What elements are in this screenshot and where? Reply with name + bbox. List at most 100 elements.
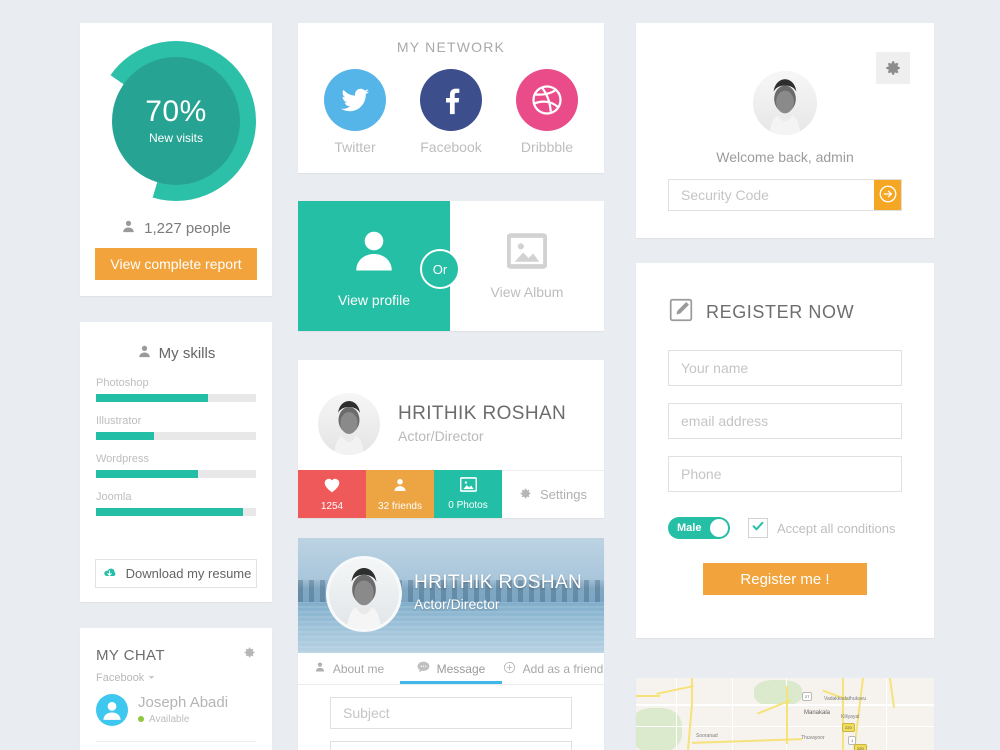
login-submit-button[interactable] [874,180,901,210]
network-label: Facebook [420,139,482,155]
user-icon [314,661,326,676]
tab-label: Message [436,661,486,676]
dribbble-icon [516,69,578,131]
stat-value: 0 Photos [448,500,488,511]
skill-fill [96,508,244,516]
user-icon [121,219,136,238]
user-icon [392,477,408,498]
map-place-label: Vadakkadathukavu [824,696,867,702]
network-item-facebook[interactable]: Facebook [420,69,482,155]
network-item-twitter[interactable]: Twitter [324,69,386,155]
toggle-knob [710,519,728,537]
network-title: MY NETWORK [396,39,506,55]
arrow-right-circle-icon [878,184,898,207]
avatar [753,71,817,135]
profile-album-split-card: View profile Or View Album [298,201,604,331]
map-canvas[interactable]: 27 220 1 220 Vadakkadathukavu Manakala K… [636,678,934,750]
network-label: Dribbble [520,139,574,155]
cover-role: Actor/Director [414,596,500,612]
chat-title: MY CHAT [96,646,165,664]
chevron-down-icon [148,672,155,684]
name-field[interactable] [668,350,902,386]
accept-conditions-row: Accept all conditions [748,518,896,538]
map-highway [656,685,694,696]
skill-track [96,394,256,402]
map-highway [636,695,660,698]
stat-value: 32 friends [378,500,422,512]
welcome-text: Welcome back, admin [716,149,854,165]
stat-friends[interactable]: 32 friends [366,470,434,518]
view-album-button[interactable]: View Album [450,201,604,331]
register-submit-button[interactable]: Register me ! [703,563,867,595]
register-card: REGISTER NOW Male Accept all conditions [636,263,934,638]
skill-track [96,508,256,516]
message-form [298,685,604,750]
gender-toggle-label: Male [677,522,702,534]
plus-circle-icon [503,661,516,677]
comment-icon [417,661,430,676]
edit-square-icon [668,297,694,328]
map-shield: 220 [854,744,867,750]
chat-contact-name: Joseph Abadi [138,694,229,712]
skill-fill [96,432,154,440]
cover-message-card: HRITHIK ROSHAN Actor/Director About me M… [298,538,604,750]
map-place-label: Kiliyayal [841,714,860,720]
security-code-input[interactable] [669,180,874,210]
skill-item: Wordpress [96,453,256,478]
skill-fill [96,470,199,478]
people-count: 1,227 people [144,220,231,237]
register-header: REGISTER NOW [636,263,934,328]
chat-contact-item[interactable]: Joseph Abadi Available [80,684,272,726]
profile-header: HRITHIK ROSHAN Actor/Director [298,360,604,470]
user-icon [348,225,400,282]
map-green-area [754,680,802,706]
tab-about-me[interactable]: About me [298,653,400,684]
facebook-icon [420,69,482,131]
stat-likes[interactable]: 1254 [298,470,366,518]
message-input[interactable] [330,741,572,750]
view-complete-report-button[interactable]: View complete report [95,248,257,280]
visits-donut-chart: 70% New visits [96,41,256,201]
skills-title: My skills [158,345,216,362]
image-icon [506,232,548,274]
tab-add-as-friend[interactable]: Add as a friend [502,653,604,684]
map-card[interactable]: 27 220 1 220 Vadakkadathukavu Manakala K… [636,678,934,750]
donut-percent: 70% [145,95,207,128]
or-badge: Or [420,249,460,289]
skill-item: Illustrator [96,415,256,440]
status-dot-icon [138,716,144,723]
email-field[interactable] [668,403,902,439]
donut-center: 70% New visits [112,57,240,185]
accept-conditions-checkbox[interactable] [748,518,768,538]
settings-button[interactable]: Settings [502,470,604,518]
phone-field[interactable] [668,456,902,492]
network-card: MY NETWORK Twitter Facebook Dribbble [298,23,604,173]
chat-source-dropdown[interactable]: Facebook [80,664,272,684]
stat-photos[interactable]: 0 Photos [434,470,502,518]
tab-label: About me [332,661,385,676]
check-icon [751,519,765,538]
skill-track [96,432,256,440]
cover-name: HRITHIK ROSHAN [414,572,583,593]
skill-label: Wordpress [96,453,149,465]
gender-toggle[interactable]: Male [668,517,730,539]
view-profile-label: View profile [337,291,411,308]
skill-label: Photoshop [96,377,149,389]
gear-icon [519,487,532,503]
tab-message[interactable]: Message [400,653,502,684]
divider [96,741,256,742]
register-form: Male Accept all conditions Register me ! [636,328,934,595]
avatar [318,392,380,455]
chat-contact-status: Available [138,714,228,725]
skill-fill [96,394,208,402]
network-item-dribbble[interactable]: Dribbble [516,69,578,155]
donut-sublabel: New visits [148,131,203,145]
skill-item: Joomla [96,491,256,516]
gear-icon[interactable] [243,646,256,664]
network-list: Twitter Facebook Dribbble [298,69,604,155]
profile-name: HRITHIK ROSHAN [398,403,567,424]
download-resume-button[interactable]: Download my resume [95,559,257,588]
gear-icon[interactable] [876,52,910,84]
download-resume-label: Download my resume [125,566,252,581]
subject-input[interactable] [330,697,572,729]
